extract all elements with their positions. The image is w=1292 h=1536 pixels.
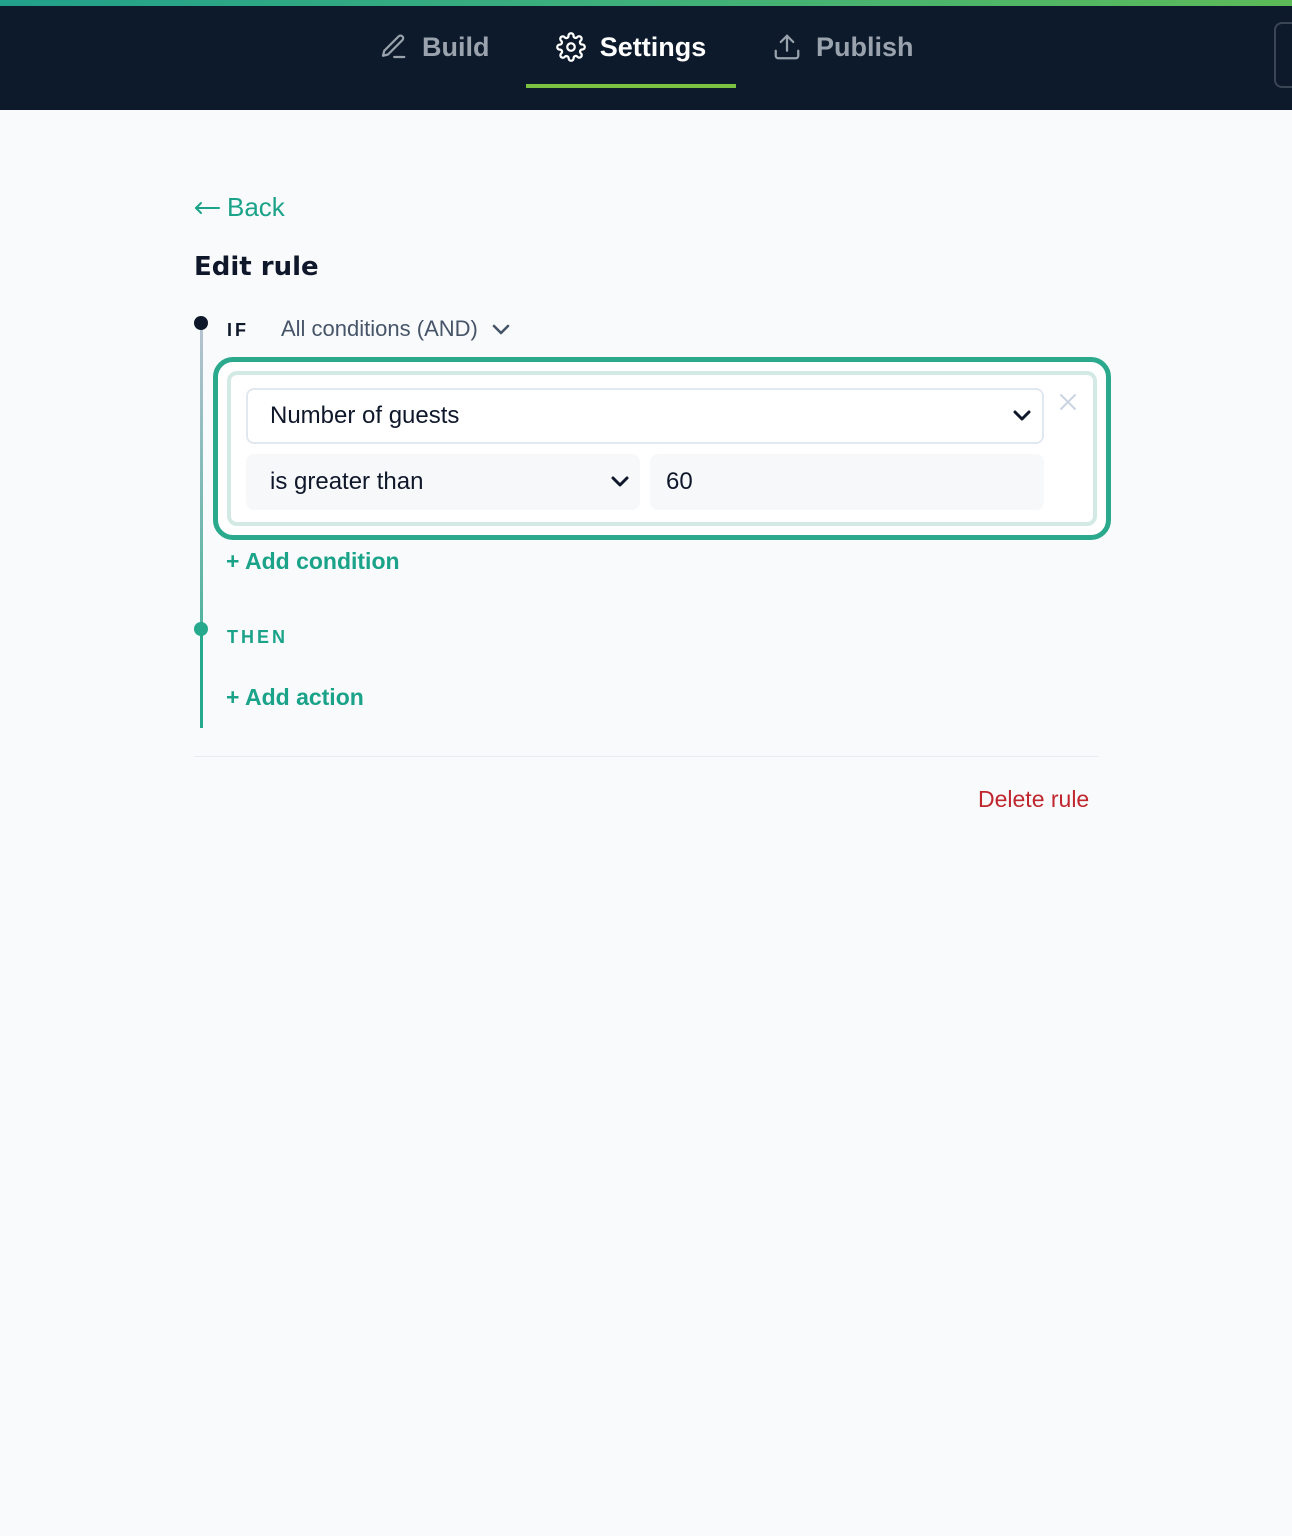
tab-settings-label: Settings bbox=[599, 31, 707, 62]
tab-publish-label: Publish bbox=[816, 31, 914, 62]
condition-operator-value: is greater than bbox=[270, 468, 424, 495]
remove-condition-button[interactable] bbox=[1058, 392, 1078, 417]
conjunction-dropdown[interactable]: All conditions (AND) bbox=[281, 316, 510, 342]
section-divider bbox=[194, 756, 1098, 757]
tab-build[interactable]: Build bbox=[378, 6, 490, 88]
then-step-dot bbox=[194, 622, 208, 636]
condition-value-input[interactable]: 60 bbox=[650, 454, 1044, 510]
rule-timeline-rail bbox=[200, 326, 203, 631]
then-label: THEN bbox=[227, 627, 288, 647]
delete-rule-button[interactable]: Delete rule bbox=[978, 786, 1089, 813]
add-action-button[interactable]: + Add action bbox=[226, 684, 364, 711]
top-nav-bar: Build Settings Publish bbox=[0, 0, 1292, 110]
upload-icon bbox=[772, 32, 802, 62]
add-condition-button[interactable]: + Add condition bbox=[226, 548, 400, 575]
tab-settings[interactable]: Settings bbox=[526, 6, 736, 88]
condition-value-text: 60 bbox=[666, 468, 693, 495]
arrow-left-icon bbox=[193, 192, 221, 223]
chevron-down-icon bbox=[492, 316, 510, 342]
page-title: Edit rule bbox=[194, 252, 319, 282]
if-step-dot bbox=[194, 316, 208, 330]
conjunction-label: All conditions (AND) bbox=[281, 316, 478, 341]
tab-publish[interactable]: Publish bbox=[772, 6, 914, 88]
rule-timeline-rail-then bbox=[200, 630, 203, 728]
if-label: IF bbox=[227, 320, 249, 340]
active-tab-indicator bbox=[526, 84, 736, 88]
pencil-icon bbox=[378, 32, 408, 62]
chevron-down-icon bbox=[610, 468, 630, 496]
condition-card bbox=[213, 357, 1111, 540]
topbar-action-button[interactable] bbox=[1274, 22, 1292, 88]
condition-field-select[interactable]: Number of guests bbox=[246, 388, 1044, 444]
back-link[interactable]: Back bbox=[193, 192, 285, 223]
close-icon bbox=[1058, 394, 1078, 416]
condition-operator-select[interactable]: is greater than bbox=[246, 454, 640, 510]
tab-build-label: Build bbox=[422, 31, 490, 62]
condition-field-value: Number of guests bbox=[270, 402, 460, 429]
back-label: Back bbox=[227, 192, 285, 222]
gear-icon bbox=[555, 32, 586, 62]
chevron-down-icon bbox=[1012, 402, 1032, 430]
